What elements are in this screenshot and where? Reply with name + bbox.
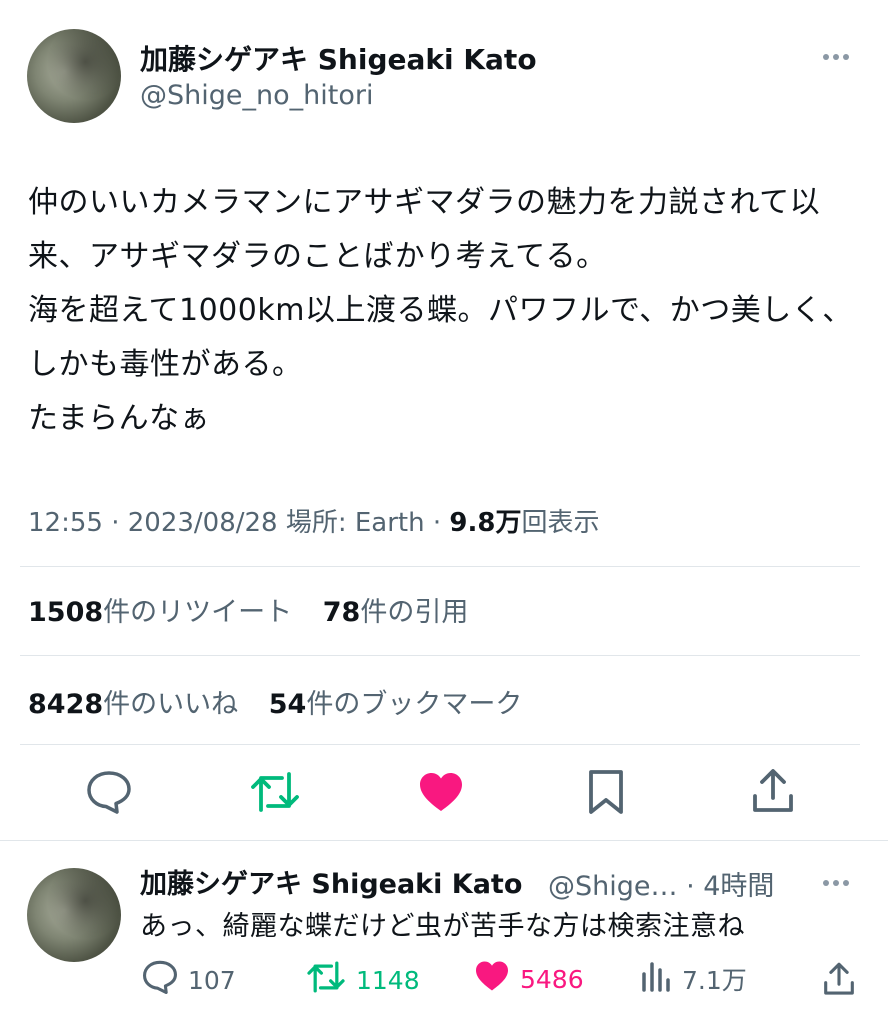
avatar[interactable] [27,868,121,962]
tweet-date[interactable]: 2023/08/28 [128,508,278,538]
reply-count: 107 [188,965,236,995]
share-icon[interactable] [751,768,795,814]
reply-reply-button[interactable]: 107 [142,960,236,1000]
retweets-stat[interactable]: 1508件のリツイート [28,597,292,628]
reply-retweet-button[interactable]: 1148 [306,960,420,1000]
retweet-icon [306,960,346,1000]
engagement-stats: 8428件のいいね 54件のブックマーク [28,682,544,721]
reply-icon[interactable] [86,770,132,814]
display-name[interactable]: 加藤シゲアキ Shigeaki Kato [140,38,537,78]
views-icon [640,960,672,998]
retweet-icon[interactable] [250,770,300,814]
tweet-text: 仲のいいカメラマンにアサギマダラの魅力を力説されて以来、アサギマダラのことばかり… [28,185,853,436]
divider [20,655,860,656]
meta-separator: · [432,508,450,538]
views-count: 7.1万 [682,966,747,995]
reply-views-button[interactable]: 7.1万 [640,960,747,998]
reply-handle-time[interactable]: @Shige… · 4時間 [548,864,774,903]
bookmarks-label: 件のブックマーク [306,689,523,720]
reply-text: あっ、綺麗な蝶だけど虫が苦手な方は検索注意ね [140,911,745,942]
retweet-count: 1148 [356,965,420,995]
share-icon[interactable] [822,962,856,996]
engagement-stats: 1508件のリツイート 78件の引用 [28,590,490,629]
quotes-label: 件の引用 [360,597,469,628]
bookmarks-stat[interactable]: 54件のブックマーク [269,689,523,720]
reply-icon [142,960,178,1000]
views-label: 回表示 [521,508,600,538]
views-count: 9.8万 [449,508,522,538]
tweet-location: 場所: Earth [285,508,425,538]
tweet-meta: 12:55 · 2023/08/28 場所: Earth · 9.8万回表示 [28,502,599,539]
likes-stat[interactable]: 8428件のいいね [28,689,238,720]
avatar[interactable] [27,29,121,123]
retweets-count: 1508 [28,597,104,628]
likes-count: 8428 [28,689,104,720]
divider [20,566,860,567]
like-count: 5486 [520,964,584,994]
bookmarks-count: 54 [268,689,307,720]
quotes-stat[interactable]: 78件の引用 [323,597,469,628]
bookmark-icon[interactable] [587,769,625,815]
reply-like-button[interactable]: 5486 [474,960,584,998]
meta-separator: · [111,508,128,538]
more-options-icon[interactable] [823,54,849,60]
tweet-time[interactable]: 12:55 [28,508,103,538]
likes-label: 件のいいね [103,689,239,720]
user-handle[interactable]: @Shige_no_hitori [140,80,373,111]
like-icon [474,960,510,998]
quotes-count: 78 [322,597,361,628]
display-name[interactable]: 加藤シゲアキ Shigeaki Kato [140,862,522,901]
divider [20,744,860,745]
retweets-label: 件のリツイート [103,597,293,628]
like-icon[interactable] [418,771,464,813]
divider [0,840,888,841]
more-options-icon[interactable] [823,880,849,886]
